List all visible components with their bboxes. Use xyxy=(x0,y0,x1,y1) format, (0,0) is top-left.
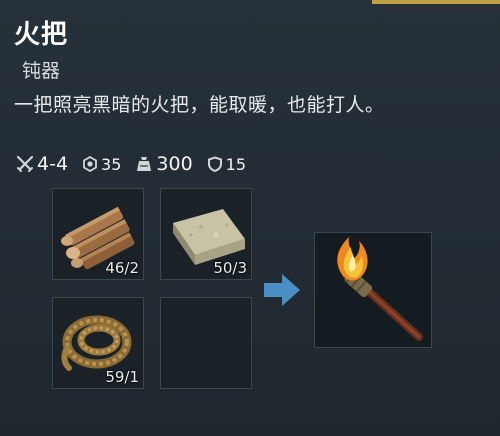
ingredient-count: 46/2 xyxy=(105,259,139,277)
stat-weight: 300 xyxy=(135,153,193,175)
item-description: 一把照亮黑暗的火把，能取暖，也能打人。 xyxy=(14,94,385,116)
crossed-swords-icon xyxy=(16,155,34,172)
ingredient-count: 59/1 xyxy=(105,368,139,386)
stat-durability-value: 15 xyxy=(225,154,247,174)
stat-weight-value: 300 xyxy=(156,153,193,175)
stat-damage-value: 4-4 xyxy=(37,153,69,175)
ingredient-count: 50/3 xyxy=(213,259,247,277)
weight-bag-icon xyxy=(137,157,152,171)
stat-damage: 4-4 xyxy=(16,153,68,175)
ingredient-slot-empty[interactable] xyxy=(160,297,252,389)
shield-hex-icon xyxy=(83,156,97,172)
ingredient-slot-stone[interactable]: 50/3 xyxy=(160,188,252,280)
stat-defense: 35 xyxy=(82,155,121,174)
craft-result-slot[interactable] xyxy=(314,232,432,348)
item-tooltip-panel: 火把 钝器 一把照亮黑暗的火把，能取暖，也能打人。 4-4 35 300 15 … xyxy=(0,0,500,436)
ingredient-slot-wood[interactable]: 46/2 xyxy=(52,188,144,280)
item-type: 钝器 xyxy=(22,60,61,82)
shield-icon xyxy=(207,156,222,172)
torch-icon xyxy=(337,237,423,341)
top-accent-bar xyxy=(372,0,500,4)
right-arrow-icon xyxy=(264,274,300,306)
item-name: 火把 xyxy=(14,20,69,50)
stat-durability: 15 xyxy=(207,155,246,174)
stat-defense-value: 35 xyxy=(101,154,122,174)
ingredient-slot-rope[interactable]: 59/1 xyxy=(52,297,144,389)
item-stats: 4-4 35 300 15 xyxy=(16,152,260,176)
